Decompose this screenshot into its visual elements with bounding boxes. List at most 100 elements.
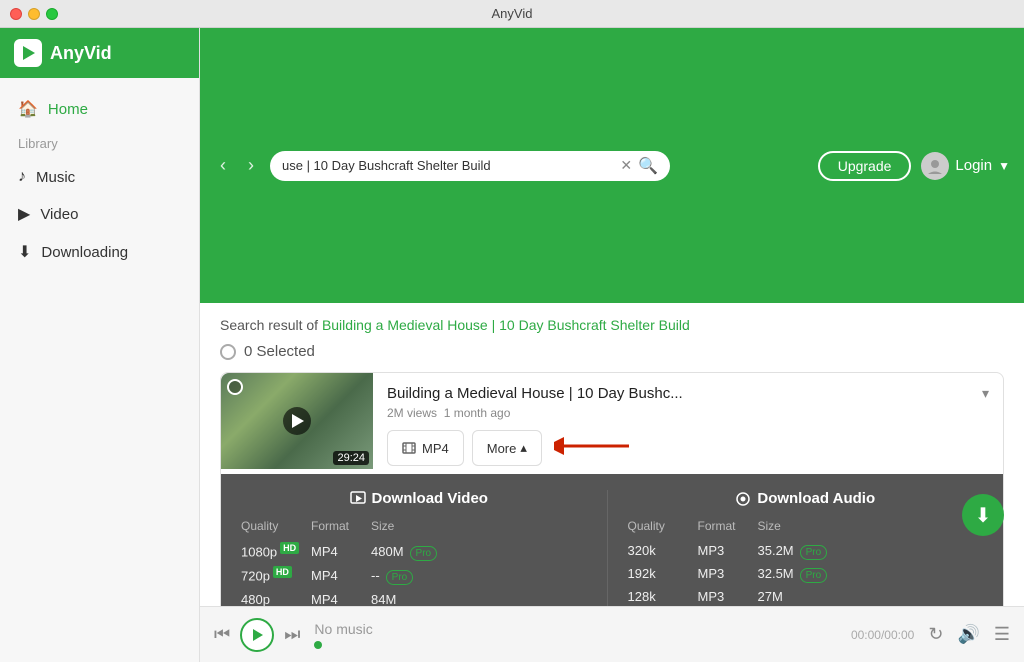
sidebar-video-label: Video bbox=[40, 206, 78, 223]
video-thumbnail-1: 29:24 bbox=[221, 373, 373, 469]
sidebar-nav: 🏠 Home Library ♪ Music ▶ Video ⬇ Downloa… bbox=[0, 78, 199, 283]
home-icon: 🏠 bbox=[18, 99, 38, 119]
play-triangle-icon bbox=[292, 414, 304, 428]
avatar bbox=[921, 152, 949, 180]
login-label: Login bbox=[955, 157, 992, 174]
sidebar-header: AnyVid bbox=[0, 28, 199, 78]
selected-row: 0 Selected bbox=[220, 343, 1004, 360]
quality-1080p: 1080pHD bbox=[241, 543, 311, 559]
pro-badge-1080p: Pro bbox=[410, 546, 438, 561]
top-bar: ‹ › use | 10 Day Bushcraft Shelter Build… bbox=[200, 28, 1024, 303]
repeat-button[interactable]: ↻ bbox=[928, 624, 943, 645]
download-sections: Download Video Quality Format Size 1080p… bbox=[241, 490, 983, 606]
mp4-label-1: MP4 bbox=[422, 441, 449, 456]
pro-badge-192k: Pro bbox=[800, 568, 828, 583]
video-row-720p[interactable]: 720pHD MP4 --Pro bbox=[241, 563, 597, 587]
sidebar-item-home[interactable]: 🏠 Home bbox=[0, 90, 199, 128]
video-card-1-header: 29:24 Building a Medieval House | 10 Day… bbox=[221, 373, 1003, 474]
download-audio-label: Download Audio bbox=[757, 490, 875, 507]
size-480p: 84M bbox=[371, 592, 431, 606]
search-clear-icon[interactable]: ✕ bbox=[620, 157, 632, 174]
video-views-1: 2M views bbox=[387, 406, 437, 420]
selected-count: 0 Selected bbox=[244, 343, 315, 360]
more-button-1[interactable]: More ▴ bbox=[472, 430, 542, 466]
format-480p: MP4 bbox=[311, 592, 371, 606]
download-video-title: Download Video bbox=[241, 490, 597, 507]
sidebar-downloading-label: Downloading bbox=[41, 244, 128, 261]
format-128k: MP3 bbox=[698, 589, 758, 604]
expand-icon-1[interactable]: ▾ bbox=[982, 385, 989, 402]
audio-table-header: Quality Format Size bbox=[628, 519, 984, 533]
audio-row-192k[interactable]: 192k MP3 32.5MPro bbox=[628, 562, 984, 585]
search-result-query[interactable]: Building a Medieval House | 10 Day Bushc… bbox=[322, 317, 690, 333]
mp4-button-1[interactable]: MP4 bbox=[387, 430, 464, 466]
audio-col-quality: Quality bbox=[628, 519, 698, 533]
format-1080p: MP4 bbox=[311, 544, 371, 559]
download-video-section: Download Video Quality Format Size 1080p… bbox=[241, 490, 597, 606]
next-button[interactable]: ⏭ bbox=[284, 624, 300, 645]
audio-row-128k[interactable]: 128k MP3 27M bbox=[628, 585, 984, 606]
video-row-480p[interactable]: 480p MP4 84M bbox=[241, 588, 597, 606]
download-video-label: Download Video bbox=[372, 490, 488, 507]
search-bar[interactable]: use | 10 Day Bushcraft Shelter Build ✕ 🔍 bbox=[270, 151, 670, 181]
quality-720p: 720pHD bbox=[241, 567, 311, 583]
floating-download-button[interactable]: ⬇ bbox=[962, 494, 1004, 536]
video-col-format: Format bbox=[311, 519, 371, 533]
playlist-button[interactable]: ☰ bbox=[994, 624, 1010, 645]
video-select-radio-1[interactable] bbox=[227, 379, 243, 395]
no-music-label: No music bbox=[314, 621, 837, 637]
video-icon: ▶ bbox=[18, 204, 30, 224]
size-720p: --Pro bbox=[371, 568, 431, 583]
maximize-button[interactable] bbox=[46, 8, 58, 20]
video-col-quality: Quality bbox=[241, 519, 311, 533]
progress-dot bbox=[314, 641, 322, 649]
search-text: use | 10 Day Bushcraft Shelter Build bbox=[282, 158, 614, 173]
main-content-area: ‹ › use | 10 Day Bushcraft Shelter Build… bbox=[200, 28, 1024, 662]
annotation-arrow bbox=[554, 426, 634, 466]
play-button-1[interactable] bbox=[283, 407, 311, 435]
play-pause-icon bbox=[253, 629, 263, 641]
select-all-radio[interactable] bbox=[220, 344, 236, 360]
top-bar-right: Upgrade Login ▼ bbox=[818, 151, 1010, 181]
download-audio-title: Download Audio bbox=[628, 490, 984, 507]
volume-button[interactable]: 🔊 bbox=[957, 624, 979, 645]
search-icon[interactable]: 🔍 bbox=[638, 156, 658, 176]
time-display: 00:00/00:00 bbox=[851, 628, 914, 642]
sidebar-item-video[interactable]: ▶ Video bbox=[0, 195, 199, 233]
film-icon bbox=[402, 441, 416, 455]
video-time-1: 1 month ago bbox=[444, 406, 511, 420]
play-pause-button[interactable] bbox=[240, 618, 274, 652]
forward-button[interactable]: › bbox=[242, 151, 260, 180]
close-button[interactable] bbox=[10, 8, 22, 20]
dropdown-arrow-icon: ▼ bbox=[998, 159, 1010, 173]
sidebar-item-downloading[interactable]: ⬇ Downloading bbox=[0, 233, 199, 271]
download-audio-section: Download Audio Quality Format Size 320k … bbox=[607, 490, 984, 606]
hd-badge-1080p: HD bbox=[280, 542, 299, 554]
app-name: AnyVid bbox=[50, 43, 112, 64]
floating-download-icon: ⬇ bbox=[975, 503, 992, 528]
pro-badge-320k: Pro bbox=[800, 545, 828, 560]
video-download-icon bbox=[350, 491, 366, 507]
player-controls: ⏮ ⏭ bbox=[214, 618, 300, 652]
quality-320k: 320k bbox=[628, 543, 698, 558]
format-720p: MP4 bbox=[311, 568, 371, 583]
audio-row-320k[interactable]: 320k MP3 35.2MPro bbox=[628, 539, 984, 562]
video-row-1080p[interactable]: 1080pHD MP4 480MPro bbox=[241, 539, 597, 563]
size-128k: 27M bbox=[758, 589, 818, 604]
back-button[interactable]: ‹ bbox=[214, 151, 232, 180]
search-result-label: Search result of Building a Medieval Hou… bbox=[220, 317, 1004, 333]
window-title: AnyVid bbox=[492, 6, 533, 21]
main-scroll-content: Search result of Building a Medieval Hou… bbox=[200, 303, 1024, 606]
minimize-button[interactable] bbox=[28, 8, 40, 20]
upgrade-button[interactable]: Upgrade bbox=[818, 151, 912, 181]
traffic-lights bbox=[10, 8, 58, 20]
sidebar-item-music[interactable]: ♪ Music bbox=[0, 159, 199, 195]
video-col-size: Size bbox=[371, 519, 431, 533]
quality-128k: 128k bbox=[628, 589, 698, 604]
login-area[interactable]: Login ▼ bbox=[921, 152, 1010, 180]
app-logo bbox=[14, 39, 42, 67]
video-card-1: 29:24 Building a Medieval House | 10 Day… bbox=[220, 372, 1004, 606]
sidebar-home-label: Home bbox=[48, 101, 88, 118]
video-table-header: Quality Format Size bbox=[241, 519, 597, 533]
previous-button[interactable]: ⏮ bbox=[214, 624, 230, 645]
